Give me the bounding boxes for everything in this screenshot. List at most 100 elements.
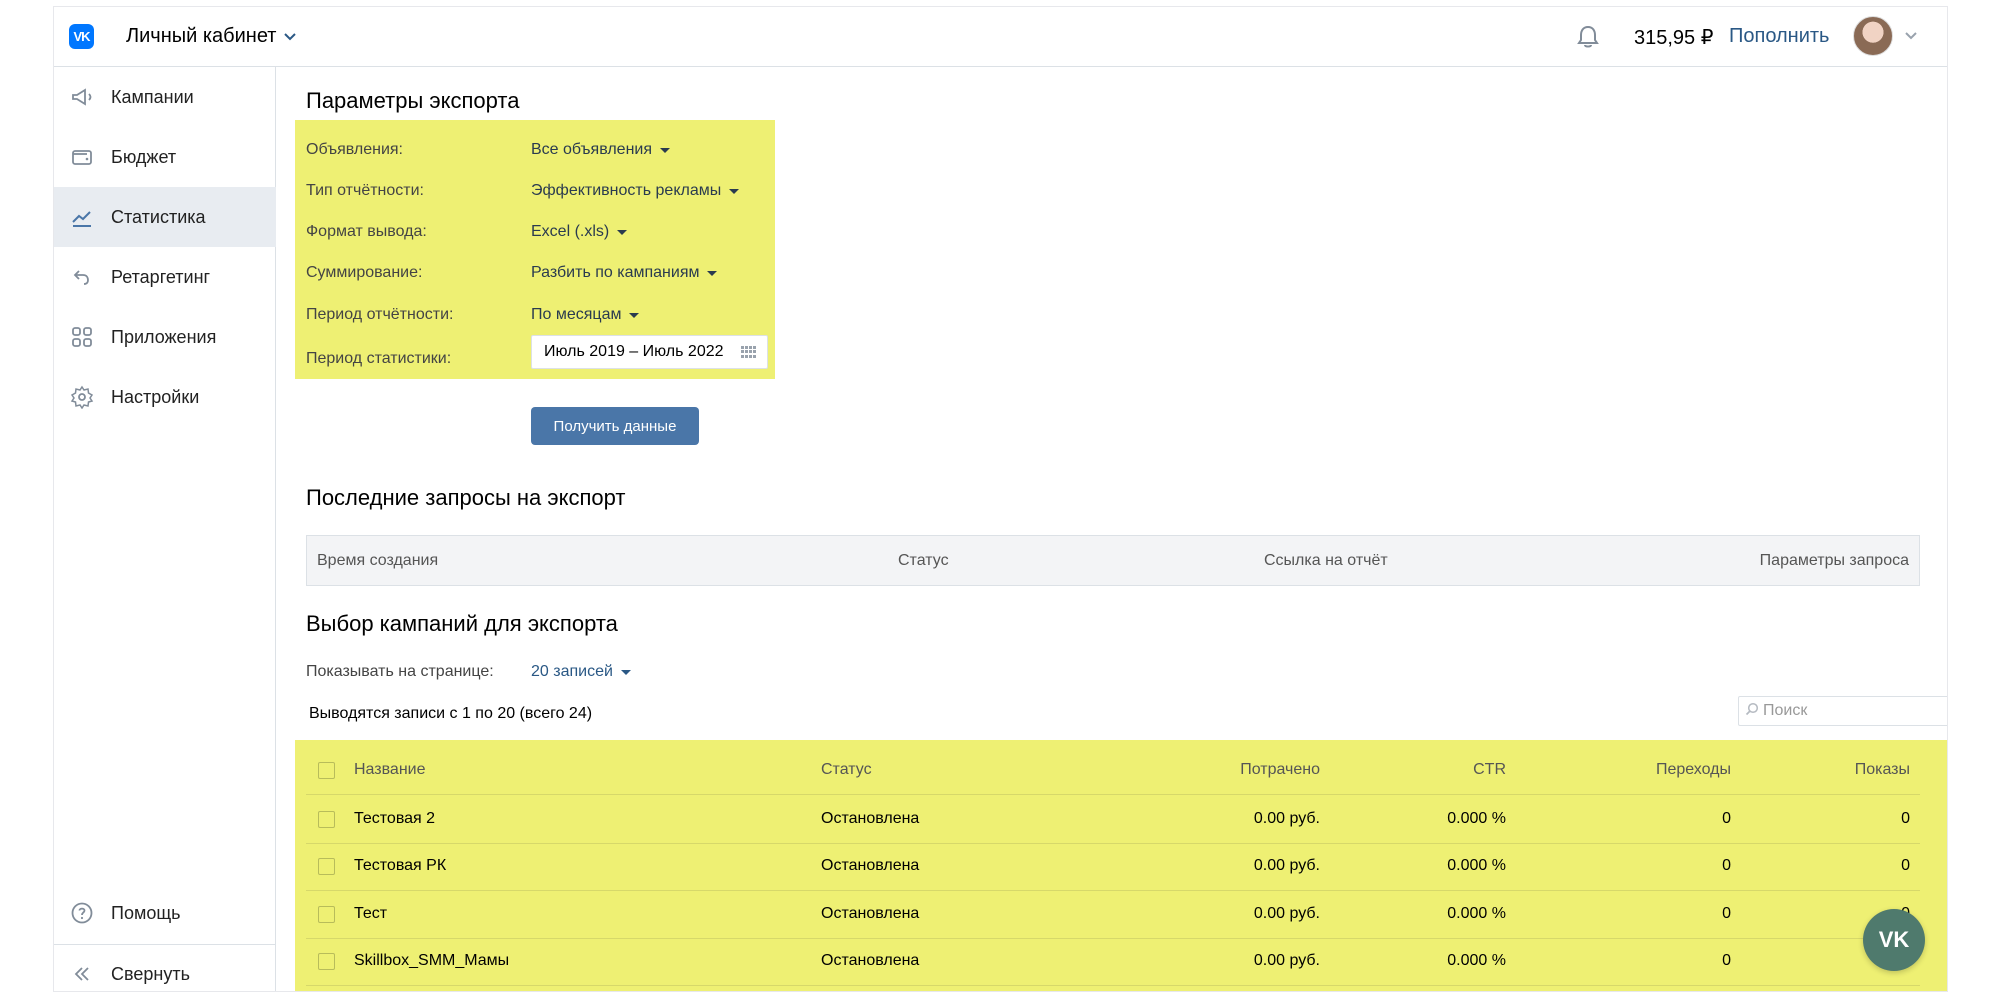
- table-row[interactable]: Тестовая 2 Остановлена 0.00 руб. 0.000 %…: [306, 796, 1920, 844]
- select-all-checkbox[interactable]: [318, 762, 335, 779]
- report-type-dropdown[interactable]: Эффективность рекламы: [531, 182, 740, 200]
- balance-amount: 315,95 ₽: [1634, 27, 1714, 49]
- row-checkbox[interactable]: [318, 858, 335, 875]
- main-content: Параметры экспорта Объявления: Все объяв…: [277, 68, 1947, 991]
- column-header: Ссылка на отчёт: [1264, 552, 1388, 569]
- get-data-button[interactable]: Получить данные: [531, 407, 699, 445]
- column-header: Статус: [898, 552, 949, 569]
- per-page-label: Показывать на странице:: [306, 663, 494, 680]
- top-header: VK Личный кабинет 315,95 ₽ Пополнить: [54, 7, 1947, 67]
- campaign-name[interactable]: Тестовая РК: [354, 857, 446, 875]
- campaign-select-title: Выбор кампаний для экспорта: [306, 611, 618, 636]
- param-row-summing: Суммирование: Разбить по кампаниям: [306, 264, 766, 288]
- table-row[interactable]: Тест Остановлена 0.00 руб. 0.000 % 0 0: [306, 891, 1920, 939]
- column-header: Параметры запроса: [1759, 552, 1909, 569]
- campaign-clicks: 0: [1722, 952, 1731, 969]
- campaign-clicks: 0: [1722, 905, 1731, 922]
- sidebar-item-label: Ретаргетинг: [111, 266, 211, 287]
- bell-icon[interactable]: [1574, 23, 1602, 51]
- gear-icon: [70, 385, 94, 409]
- column-header: CTR: [1473, 761, 1506, 778]
- column-header: Переходы: [1655, 761, 1731, 778]
- calendar-grid-icon: [741, 346, 757, 358]
- dropdown-arrow-icon: [707, 270, 718, 276]
- param-label: Период статистики:: [306, 350, 452, 367]
- sidebar-item-statistics[interactable]: Статистика: [54, 187, 276, 247]
- wallet-icon: [70, 145, 94, 169]
- campaign-status: Остановлена: [821, 905, 920, 922]
- dropdown-arrow-icon: [629, 312, 640, 318]
- campaign-spent: 0.00 руб.: [1253, 857, 1320, 874]
- sidebar-item-label: Статистика: [111, 206, 206, 227]
- avatar[interactable]: [1853, 16, 1893, 56]
- row-checkbox[interactable]: [318, 953, 335, 970]
- records-count-text: Выводятся записи с 1 по 20 (всего 24): [309, 705, 593, 722]
- sidebar-item-label: Кампании: [111, 86, 194, 107]
- vk-chat-button[interactable]: VK: [1863, 909, 1925, 971]
- help-icon: [70, 901, 94, 925]
- row-checkbox[interactable]: [318, 906, 335, 923]
- campaign-name[interactable]: Skillbox_SMM_Мамы: [354, 952, 509, 970]
- param-label: Объявления:: [306, 141, 403, 158]
- table-row[interactable]: Тестовая РК Остановлена 0.00 руб. 0.000 …: [306, 843, 1920, 891]
- campaign-spent: 0.00 руб.: [1253, 905, 1320, 922]
- sidebar-item-apps[interactable]: Приложения: [54, 307, 276, 367]
- search-input[interactable]: [1763, 702, 1947, 720]
- cabinet-switcher[interactable]: Личный кабинет: [126, 25, 297, 48]
- campaign-status: Остановлена: [821, 810, 920, 827]
- period-picker[interactable]: Июль 2019 – Июль 2022: [531, 335, 768, 369]
- chevron-down-icon[interactable]: [1905, 29, 1917, 43]
- column-header: Показы: [1854, 761, 1910, 778]
- ads-dropdown[interactable]: Все объявления: [531, 141, 671, 159]
- sidebar-item-label: Бюджет: [111, 146, 177, 167]
- retarget-icon: [70, 265, 94, 289]
- help-link[interactable]: Помощь: [54, 883, 276, 943]
- sidebar-item-retargeting[interactable]: Ретаргетинг: [54, 247, 276, 307]
- sidebar-item-settings[interactable]: Настройки: [54, 367, 276, 427]
- search-icon: [1745, 702, 1759, 721]
- summing-dropdown[interactable]: Разбить по кампаниям: [531, 264, 718, 282]
- sidebar-item-label: Настройки: [111, 386, 200, 407]
- chart-icon: [70, 205, 94, 229]
- topup-link[interactable]: Пополнить: [1729, 25, 1829, 48]
- campaign-status: Остановлена: [821, 952, 920, 969]
- recent-requests-table-header: Время создания Статус Ссылка на отчёт Па…: [306, 535, 1920, 586]
- campaign-name[interactable]: Тест: [354, 905, 387, 923]
- per-page-dropdown[interactable]: 20 записей: [531, 663, 631, 681]
- double-chevron-left-icon: [70, 962, 94, 986]
- chevron-down-icon: [284, 30, 297, 44]
- campaign-ctr: 0.000 %: [1447, 952, 1506, 969]
- recent-requests-title: Последние запросы на экспорт: [306, 485, 626, 510]
- period-value: Июль 2019 – Июль 2022: [544, 343, 724, 360]
- report-period-dropdown[interactable]: По месяцам: [531, 306, 640, 324]
- column-header: Время создания: [317, 552, 439, 569]
- search-field[interactable]: [1738, 696, 1947, 726]
- campaign-ctr: 0.000 %: [1447, 905, 1506, 922]
- sidebar-item-campaigns[interactable]: Кампании: [54, 67, 276, 127]
- campaigns-table-header: Название Статус Потрачено CTR Переходы П…: [306, 747, 1920, 795]
- apps-icon: [70, 325, 94, 349]
- campaign-impressions: 0: [1901, 857, 1910, 874]
- campaign-ctr: 0.000 %: [1447, 810, 1506, 827]
- param-label: Формат вывода:: [306, 223, 427, 240]
- dropdown-arrow-icon: [617, 229, 628, 235]
- campaign-name[interactable]: Тестовая 2: [354, 810, 435, 828]
- param-label: Период отчётности:: [306, 306, 454, 323]
- campaign-clicks: 0: [1722, 810, 1731, 827]
- sidebar: Кампании Бюджет Статистика Ретаргетинг П…: [54, 67, 276, 991]
- column-header: Потрачено: [1240, 761, 1320, 778]
- cabinet-title: Личный кабинет: [126, 25, 277, 47]
- vk-logo-icon: VK: [1878, 927, 1910, 952]
- campaign-impressions: 0: [1901, 810, 1910, 827]
- dropdown-arrow-icon: [620, 669, 631, 675]
- vk-logo[interactable]: VK: [69, 24, 94, 49]
- row-checkbox[interactable]: [318, 811, 335, 828]
- param-row-report-type: Тип отчётности: Эффективность рекламы: [306, 182, 766, 206]
- column-header: Статус: [821, 761, 872, 778]
- collapse-button[interactable]: Свернуть: [54, 944, 276, 991]
- table-row[interactable]: Skillbox_SMM_Мамы Остановлена 0.00 руб. …: [306, 938, 1920, 986]
- sidebar-item-budget[interactable]: Бюджет: [54, 127, 276, 187]
- format-dropdown[interactable]: Excel (.xls): [531, 223, 628, 241]
- param-label: Суммирование:: [306, 264, 423, 281]
- param-row-format: Формат вывода: Excel (.xls): [306, 223, 766, 247]
